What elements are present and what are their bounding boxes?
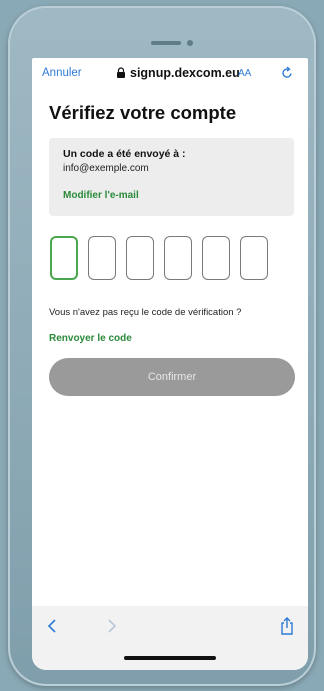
phone-screen: Annuler signup.dexcom.eu AA Vérifiez vot…: [32, 58, 308, 670]
front-camera: [187, 40, 193, 46]
phone-frame: Annuler signup.dexcom.eu AA Vérifiez vot…: [8, 6, 316, 686]
code-digit-4[interactable]: [164, 236, 192, 280]
verification-code-inputs: [50, 236, 296, 282]
code-digit-6[interactable]: [240, 236, 268, 280]
text-size-button[interactable]: AA: [238, 68, 251, 79]
code-digit-2[interactable]: [88, 236, 116, 280]
url-domain[interactable]: signup.dexcom.eu: [130, 66, 240, 80]
browser-toolbar: [32, 606, 308, 670]
browser-address-bar: Annuler signup.dexcom.eu AA: [32, 58, 308, 88]
code-digit-1[interactable]: [50, 236, 78, 280]
code-sent-label: Un code a été envoyé à :: [63, 148, 186, 160]
confirm-button[interactable]: Confirmer: [49, 358, 295, 396]
code-digit-3[interactable]: [126, 236, 154, 280]
code-sent-panel: Un code a été envoyé à : info@exemple.co…: [49, 138, 294, 216]
no-code-text: Vous n'avez pas reçu le code de vérifica…: [49, 307, 242, 318]
code-digit-5[interactable]: [202, 236, 230, 280]
speaker-grille: [151, 41, 181, 45]
chevron-left-icon[interactable]: [46, 618, 58, 634]
home-indicator[interactable]: [124, 656, 216, 660]
resend-code-link[interactable]: Renvoyer le code: [49, 333, 132, 344]
share-icon[interactable]: [279, 616, 295, 636]
reload-icon[interactable]: [280, 66, 294, 80]
cancel-button[interactable]: Annuler: [42, 67, 82, 79]
chevron-right-icon[interactable]: [106, 618, 118, 634]
modify-email-link[interactable]: Modifier l'e-mail: [63, 190, 139, 201]
lock-icon: [117, 67, 125, 78]
sent-email-address: info@exemple.com: [63, 163, 149, 174]
page-title: Vérifiez votre compte: [49, 102, 237, 123]
